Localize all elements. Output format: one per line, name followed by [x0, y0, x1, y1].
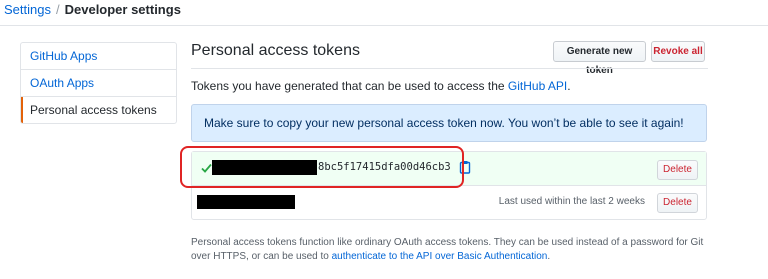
tokens-description: Tokens you have generated that can be us… — [191, 79, 571, 93]
sidebar-item-github-apps[interactable]: GitHub Apps — [21, 43, 176, 70]
github-api-link[interactable]: GitHub API — [508, 79, 567, 93]
page-title: Personal access tokens — [191, 42, 360, 59]
token-list: 8bc5f17415dfa00d46cb3 Delete Last used w… — [191, 151, 707, 220]
new-token-row: 8bc5f17415dfa00d46cb3 Delete — [192, 152, 706, 186]
breadcrumb-current: Developer settings — [64, 2, 181, 17]
description-text: Tokens you have generated that can be us… — [191, 79, 508, 93]
token-value: 8bc5f17415dfa00d46cb3 — [318, 161, 451, 173]
sidebar-item-personal-access-tokens[interactable]: Personal access tokens — [21, 97, 176, 123]
footer-suffix: . — [547, 251, 551, 262]
revoke-all-button[interactable]: Revoke all — [651, 41, 705, 62]
basic-auth-link[interactable]: authenticate to the API over Basic Authe… — [332, 251, 548, 262]
redacted-token-name — [197, 195, 295, 209]
last-used-label: Last used within the last 2 weeks — [498, 196, 645, 207]
generate-new-token-button[interactable]: Generate new token — [553, 41, 646, 76]
redacted-token-prefix — [212, 160, 317, 175]
settings-sidebar: GitHub Apps OAuth Apps Personal access t… — [20, 42, 177, 124]
delete-token-button[interactable]: Delete — [657, 193, 698, 213]
breadcrumb: Settings / Developer settings — [0, 0, 768, 26]
copy-token-notice: Make sure to copy your new personal acce… — [191, 104, 707, 142]
footer-note: Personal access tokens function like ord… — [191, 236, 719, 264]
breadcrumb-separator: / — [55, 2, 60, 17]
description-suffix: . — [567, 79, 571, 93]
breadcrumb-settings-link[interactable]: Settings — [4, 2, 51, 17]
sidebar-item-oauth-apps[interactable]: OAuth Apps — [21, 70, 176, 97]
delete-token-button[interactable]: Delete — [657, 160, 698, 180]
header-divider — [191, 68, 708, 69]
clipboard-icon[interactable] — [459, 160, 471, 174]
check-icon — [201, 161, 212, 175]
